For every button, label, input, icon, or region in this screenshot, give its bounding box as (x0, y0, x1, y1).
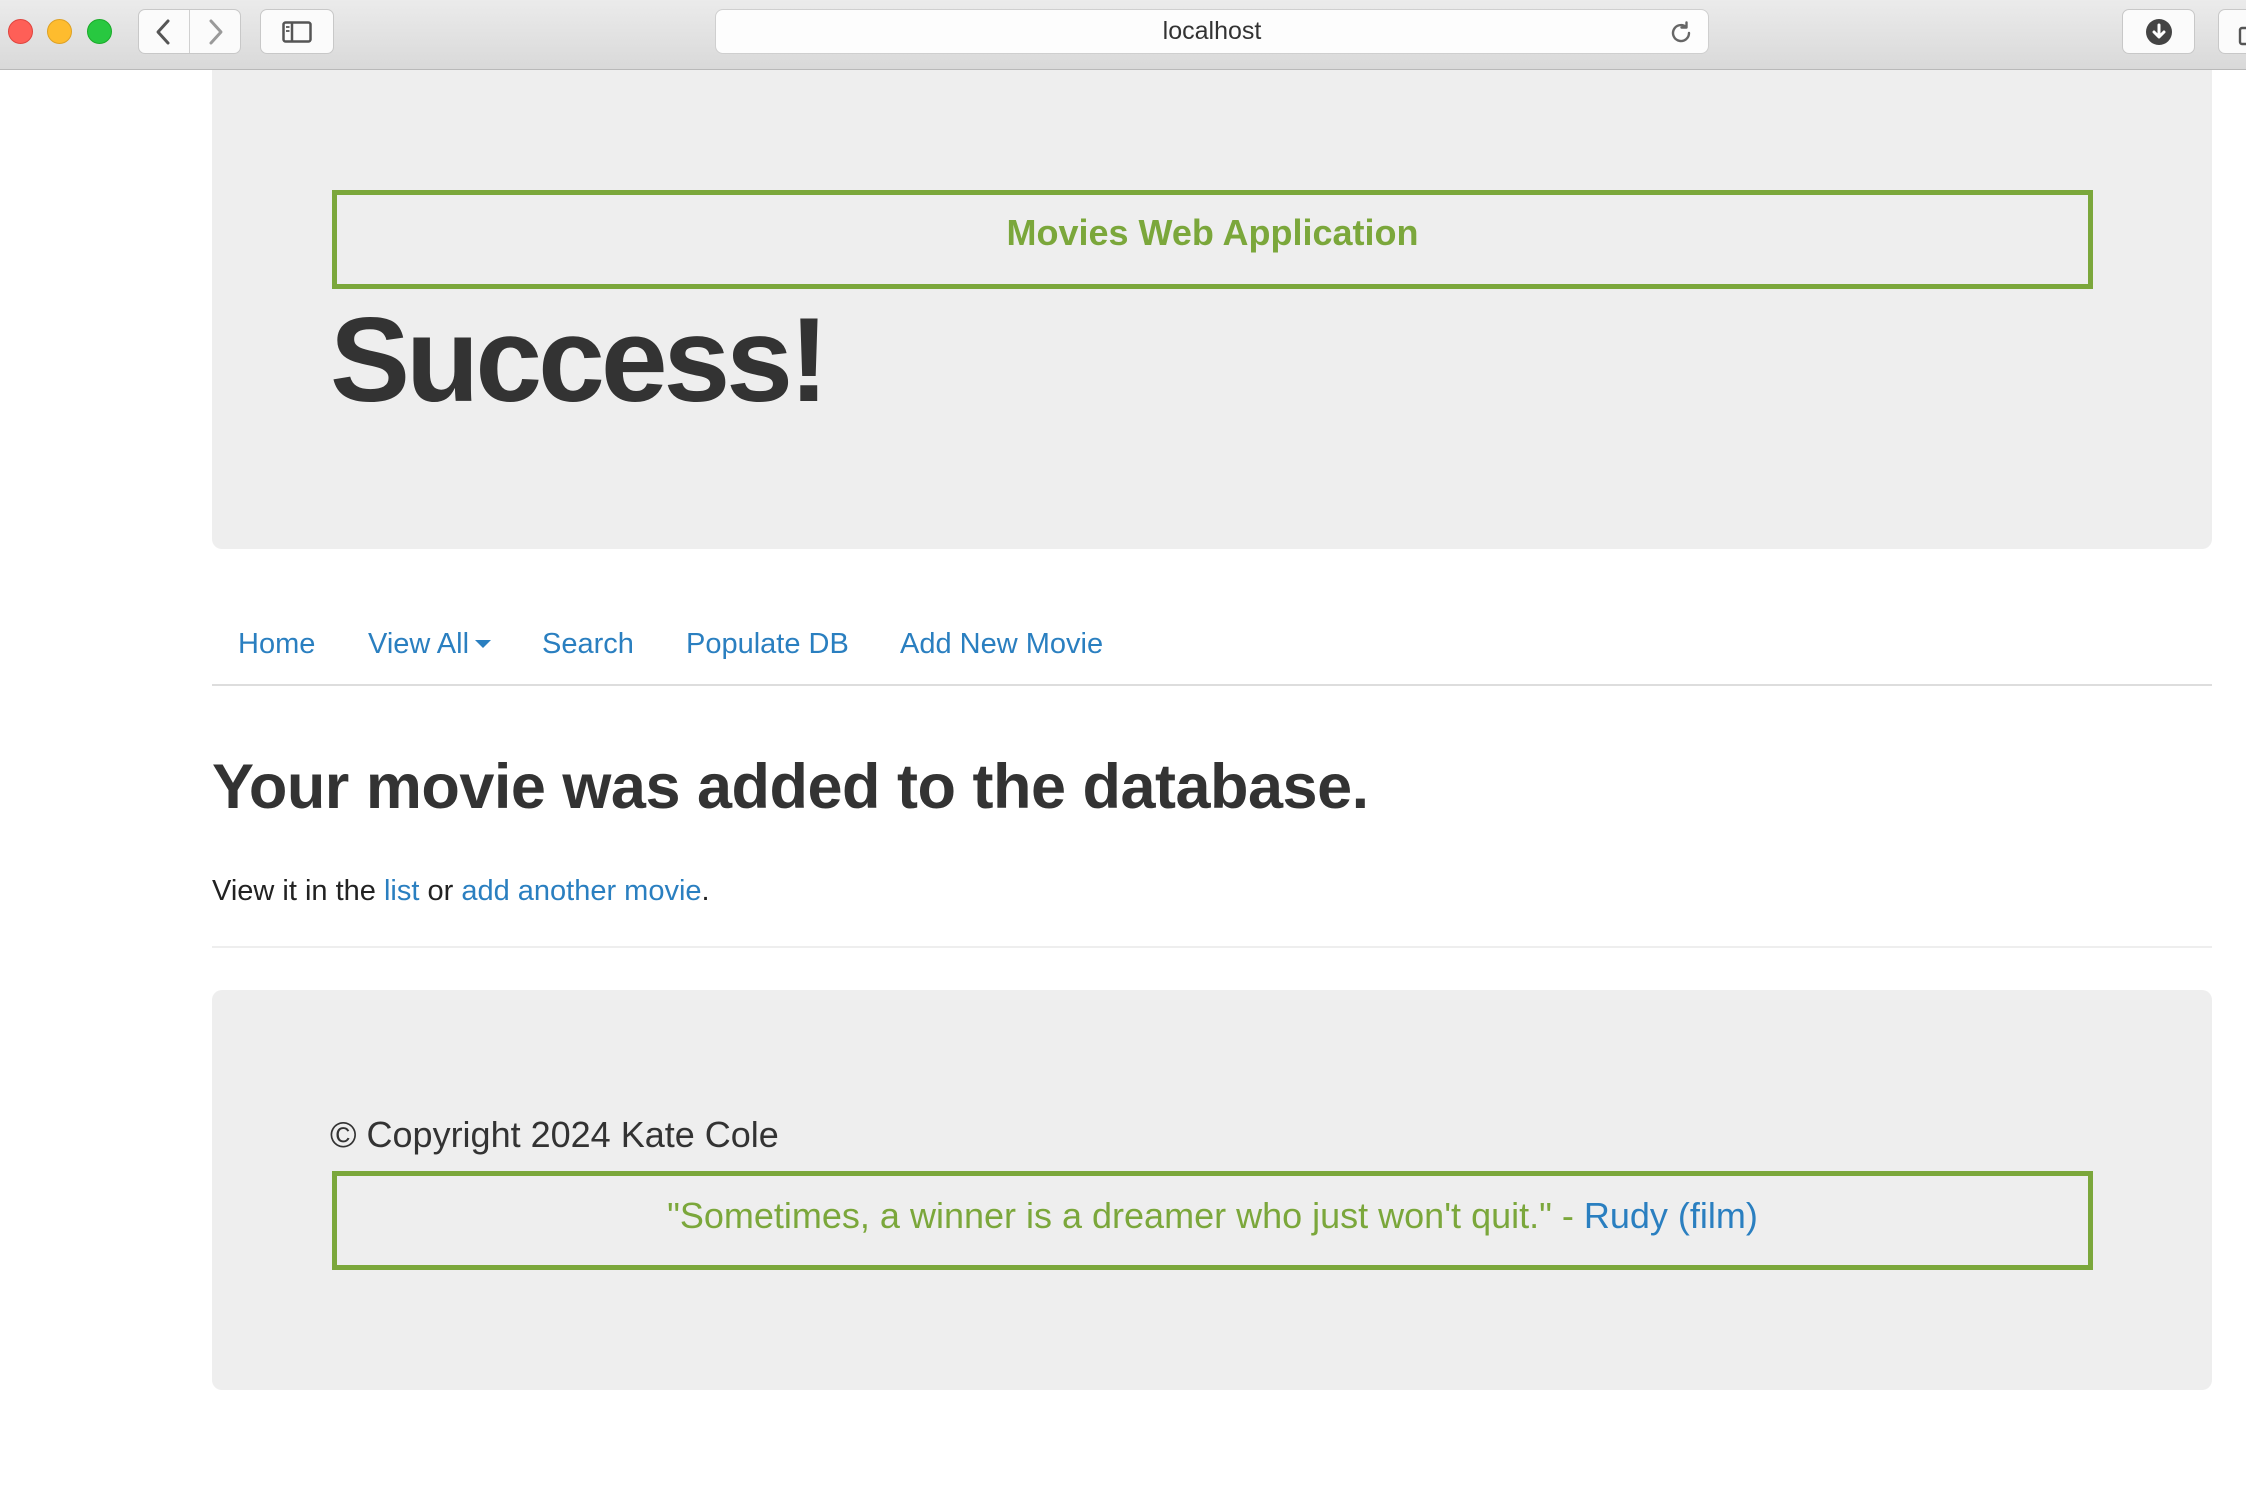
chevron-right-icon (209, 19, 223, 44)
sidebar-toggle-button[interactable] (260, 9, 334, 54)
quote-text: "Sometimes, a winner is a dreamer who ju… (667, 1194, 1584, 1236)
message-text-after: . (701, 875, 710, 907)
nav-view-all-label: View All (368, 627, 470, 660)
success-heading: Your movie was added to the database. (212, 752, 1369, 822)
browser-toolbar: localhost (0, 0, 2246, 70)
nav-add-new-movie[interactable]: Add New Movie (900, 604, 1103, 684)
back-button[interactable] (139, 10, 189, 53)
address-text: localhost (1162, 17, 1262, 45)
add-another-movie-link[interactable]: add another movie (461, 875, 701, 907)
header-jumbotron: Movies Web Application Success! (212, 70, 2212, 549)
nav-search[interactable]: Search (542, 604, 634, 684)
message-text-before: View it in the (212, 875, 384, 907)
minimize-window-button[interactable] (47, 19, 72, 44)
quote-line: "Sometimes, a winner is a dreamer who ju… (667, 1195, 1758, 1237)
nav-populate-db[interactable]: Populate DB (686, 604, 849, 684)
sidebar-icon (282, 20, 312, 43)
list-link[interactable]: list (384, 875, 419, 907)
nav-view-all-dropdown[interactable]: View All (368, 604, 492, 684)
zoom-window-button[interactable] (87, 19, 112, 44)
history-nav (138, 9, 241, 54)
address-bar[interactable]: localhost (715, 9, 1709, 54)
app-title: Movies Web Application (1006, 211, 1419, 253)
caret-down-icon (475, 640, 492, 648)
copyright-text: © Copyright 2024 Kate Cole (330, 1114, 779, 1155)
main-nav: Home View All Search Populate DB Add New… (212, 604, 2212, 686)
page-content: Movies Web Application Success! Home Vie… (212, 70, 2212, 1390)
success-message: View it in the list or add another movie… (212, 875, 710, 908)
brand-banner: Movies Web Application (332, 190, 2093, 289)
share-icon (2238, 26, 2246, 45)
page-footer: © Copyright 2024 Kate Cole "Sometimes, a… (212, 990, 2212, 1390)
downloads-button[interactable] (2122, 9, 2195, 54)
reload-icon[interactable] (1668, 20, 1694, 46)
divider (212, 946, 2212, 948)
quote-banner: "Sometimes, a winner is a dreamer who ju… (332, 1171, 2093, 1270)
nav-home[interactable]: Home (238, 604, 315, 684)
message-text-middle: or (419, 875, 462, 907)
download-icon (2145, 18, 2172, 45)
close-window-button[interactable] (8, 19, 33, 44)
share-button[interactable] (2218, 9, 2246, 54)
page-title: Success! (330, 293, 829, 427)
forward-button[interactable] (189, 10, 240, 53)
quote-source-link[interactable]: Rudy (film) (1584, 1195, 1758, 1236)
chevron-left-icon (156, 19, 170, 44)
